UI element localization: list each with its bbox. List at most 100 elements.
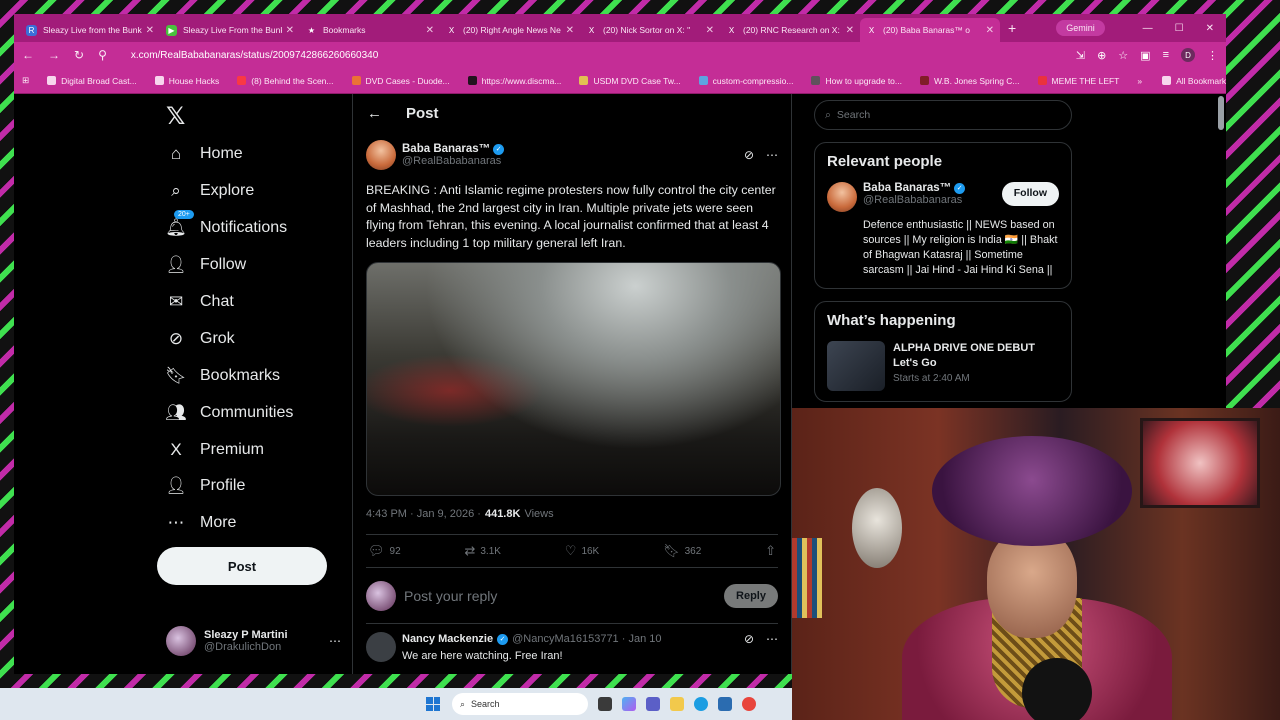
more-bookmarks-icon[interactable]: »	[1137, 76, 1142, 86]
tab-0[interactable]: R Sleazy Live from the Bunk ✕	[20, 18, 160, 42]
person-name[interactable]: Baba Banaras™ ✓	[863, 182, 966, 194]
close-icon[interactable]: ✕	[146, 25, 154, 36]
back-icon[interactable]: ←	[22, 48, 34, 62]
follow-button[interactable]: Follow	[1001, 182, 1059, 206]
nav-follow[interactable]: 👤︎ Follow	[165, 255, 246, 275]
reply-item[interactable]: Nancy Mackenzie ✓ @NancyMa16153771 · Jan…	[366, 624, 778, 662]
nav-profile[interactable]: 👤︎ Profile	[165, 476, 245, 496]
new-tab-icon[interactable]: +	[1008, 20, 1016, 36]
nav-home[interactable]: ⌂ Home	[166, 144, 243, 164]
chrome-icon[interactable]	[742, 697, 756, 711]
avatar[interactable]	[366, 632, 396, 662]
tab-1[interactable]: ▶ Sleazy Live From the Bunk ✕	[160, 18, 300, 42]
bookmark-stat[interactable]: 🔖︎ 362	[663, 543, 701, 559]
sidebar-icon[interactable]: ▣	[1140, 49, 1150, 62]
edge-icon[interactable]	[694, 697, 708, 711]
bookmark-item[interactable]: DVD Cases - Duode...	[351, 76, 450, 86]
maximize-icon[interactable]: ☐	[1175, 23, 1184, 34]
bookmark-item[interactable]: W.B. Jones Spring C...	[920, 76, 1020, 86]
x-logo-icon[interactable]: 𝕏	[166, 102, 185, 131]
back-arrow-icon[interactable]: ←	[367, 105, 382, 122]
media-icon[interactable]: ≡	[1163, 49, 1169, 61]
grok-icon[interactable]: ⊘	[744, 632, 754, 646]
close-icon[interactable]: ✕	[426, 25, 434, 36]
tab-5[interactable]: X (20) RNC Research on X: " ✕	[720, 18, 860, 42]
nav-notifications[interactable]: 🔔︎ 20+ Notifications	[165, 210, 287, 238]
close-icon[interactable]: ✕	[846, 25, 854, 36]
repost-stat[interactable]: ⇄ 3.1K	[464, 543, 500, 559]
author-name[interactable]: Baba Banaras™ ✓	[402, 143, 505, 155]
nav-premium[interactable]: X Premium	[166, 440, 264, 460]
copilot-icon[interactable]	[622, 697, 636, 711]
bookmark-item[interactable]: custom-compressio...	[698, 76, 793, 86]
reload-icon[interactable]: ↻	[74, 48, 84, 62]
tab-favicon-icon: X	[588, 25, 595, 35]
taskbar-search[interactable]: ⌕ Search	[452, 693, 588, 715]
task-view-icon[interactable]	[598, 697, 612, 711]
zoom-icon[interactable]: ⊕	[1097, 49, 1106, 62]
nav-bookmarks[interactable]: 🔖︎ Bookmarks	[165, 366, 280, 386]
tab-3[interactable]: X (20) Right Angle News Ne ✕	[440, 18, 580, 42]
post-button[interactable]: Post	[157, 547, 327, 585]
grok-icon[interactable]: ⊘	[744, 148, 754, 162]
trend-item[interactable]: ALPHA DRIVE ONE DEBUT Let's Go Starts at…	[827, 341, 1059, 391]
tab-6-active[interactable]: X (20) Baba Banaras™ o ✕	[860, 18, 1000, 42]
nav-chat[interactable]: ✉ Chat	[166, 292, 234, 312]
search-input[interactable]: ⌕ Search	[814, 100, 1072, 130]
more-icon[interactable]: ⋯	[329, 634, 341, 648]
more-icon[interactable]: ⋯	[766, 148, 778, 162]
all-bookmarks[interactable]: All Bookmarks	[1162, 76, 1226, 86]
account-name: Sleazy P Martini	[204, 629, 288, 641]
store-icon[interactable]	[718, 697, 732, 711]
author-handle[interactable]: @RealBababanaras	[402, 155, 504, 167]
close-icon[interactable]: ✕	[986, 25, 994, 36]
site-info-icon[interactable]: ⚲	[98, 48, 107, 62]
close-icon[interactable]: ✕	[286, 25, 294, 36]
gemini-button[interactable]: Gemini	[1056, 20, 1105, 36]
tweet-actions: ⊘ ⋯	[744, 148, 778, 162]
url-input[interactable]: x.com/RealBababanaras/status/20097428662…	[131, 50, 378, 61]
apps-icon[interactable]: ⊞	[22, 75, 29, 86]
nav-communities[interactable]: 👥︎ Communities	[165, 403, 293, 423]
reply-author[interactable]: Nancy Mackenzie	[402, 633, 493, 645]
close-icon[interactable]: ✕	[706, 25, 714, 36]
reply-input[interactable]: Post your reply	[404, 588, 716, 604]
profile-avatar[interactable]: D	[1181, 48, 1195, 62]
close-icon[interactable]: ✕	[566, 25, 574, 36]
tweet-video[interactable]	[366, 262, 781, 496]
star-icon[interactable]: ☆	[1118, 49, 1128, 62]
bookshelf	[792, 538, 822, 618]
bookmark-item[interactable]: House Hacks	[154, 76, 219, 86]
tweet-time[interactable]: 4:43 PM · Jan 9, 2026 ·	[366, 508, 481, 520]
bookmark-item[interactable]: (8) Behind the Scen...	[237, 76, 334, 86]
bookmark-item[interactable]: How to upgrade to...	[811, 76, 902, 86]
bookmark-item[interactable]: https://www.discma...	[467, 76, 561, 86]
bookmark-item[interactable]: Digital Broad Cast...	[47, 76, 137, 86]
nav-explore[interactable]: ⌕ Explore	[166, 181, 254, 201]
reply-button[interactable]: Reply	[724, 583, 778, 608]
install-icon[interactable]: ⇲	[1076, 49, 1085, 62]
tab-2[interactable]: ★ Bookmarks ✕	[300, 18, 440, 42]
page-scrollbar[interactable]	[1218, 96, 1224, 130]
forward-icon[interactable]: →	[48, 48, 60, 62]
nav-more[interactable]: ⋯ More	[166, 513, 237, 533]
file-explorer-icon[interactable]	[670, 697, 684, 711]
like-stat[interactable]: ♡ 16K	[565, 543, 599, 559]
avatar[interactable]	[366, 140, 396, 170]
more-icon[interactable]: ⋯	[766, 632, 778, 646]
avatar[interactable]	[827, 182, 857, 212]
bookmark-item[interactable]: USDM DVD Case Tw...	[579, 76, 681, 86]
close-window-icon[interactable]: ✕	[1206, 23, 1214, 34]
menu-icon[interactable]: ⋮	[1207, 49, 1218, 62]
tab-4[interactable]: X (20) Nick Sortor on X: " ✕	[580, 18, 720, 42]
reply-stat[interactable]: 💬︎ 92	[368, 543, 401, 559]
teams-icon[interactable]	[646, 697, 660, 711]
windows-start-icon[interactable]	[426, 697, 440, 711]
share-stat[interactable]: ⇧	[765, 543, 776, 559]
account-switcher[interactable]: Sleazy P Martini @DrakulichDon ⋯	[166, 626, 341, 656]
minimize-icon[interactable]: —	[1143, 23, 1153, 34]
relevant-person[interactable]: Baba Banaras™ ✓ @RealBababanaras Follow	[827, 182, 1059, 212]
nav-grok[interactable]: ⊘ Grok	[166, 329, 235, 349]
bookmark-item[interactable]: MEME THE LEFT	[1037, 76, 1119, 86]
bookmark-label: Digital Broad Cast...	[61, 75, 137, 86]
